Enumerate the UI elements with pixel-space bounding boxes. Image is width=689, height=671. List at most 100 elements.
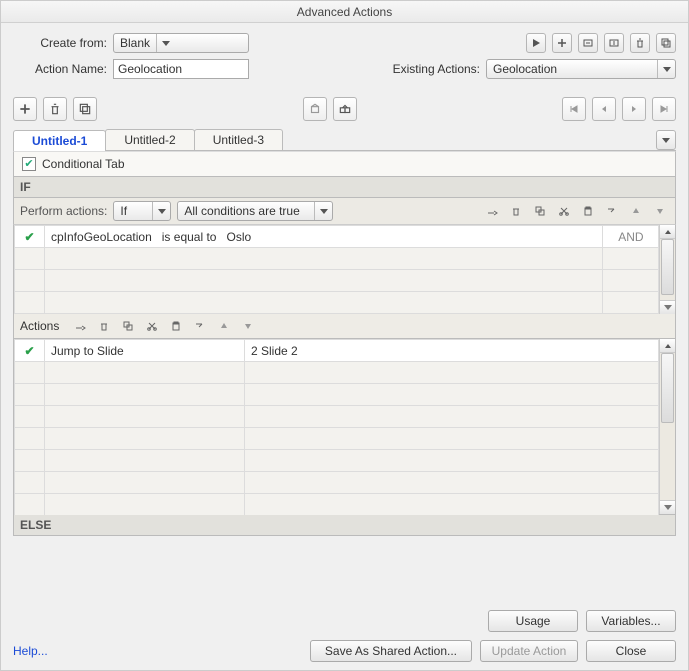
condition-row[interactable]: ✔ cpInfoGeoLocation is equal to Oslo AND (15, 226, 659, 248)
check-icon: ✔ (24, 344, 34, 358)
create-from-label: Create from: (13, 36, 113, 50)
help-link[interactable]: Help... (13, 644, 48, 658)
condition-op: is equal to (162, 230, 217, 244)
cut-row-icon[interactable] (555, 202, 573, 220)
action-name-input[interactable] (113, 59, 249, 79)
copy-row-icon[interactable] (119, 317, 137, 335)
condition-scope-select[interactable]: All conditions are true (177, 201, 333, 221)
actions-grid: ✔ Jump to Slide 2 Slide 2 (14, 339, 659, 516)
update-action-button[interactable]: Update Action (480, 640, 578, 662)
condition-logic: AND (603, 226, 659, 248)
copy-tab-icon[interactable] (73, 97, 97, 121)
nav-next-icon[interactable] (622, 97, 646, 121)
empty-row[interactable] (15, 406, 659, 428)
actions-bar: Actions (13, 314, 676, 339)
move-down-icon[interactable] (239, 317, 257, 335)
insert-row-icon[interactable] (603, 202, 621, 220)
move-up-icon[interactable] (215, 317, 233, 335)
empty-row[interactable] (15, 362, 659, 384)
variables-button[interactable]: Variables... (586, 610, 676, 632)
if-header: IF (13, 177, 676, 198)
tab[interactable]: Untitled-3 (194, 129, 283, 150)
conditional-tab-row: ✔ Conditional Tab (13, 151, 676, 177)
delete-icon[interactable] (630, 33, 650, 53)
actions-grid-wrap: ✔ Jump to Slide 2 Slide 2 (13, 339, 676, 515)
save-shared-button[interactable]: Save As Shared Action... (310, 640, 472, 662)
add-action-icon[interactable] (552, 33, 572, 53)
move-up-icon[interactable] (627, 202, 645, 220)
chevron-down-icon (152, 202, 170, 220)
empty-row[interactable] (15, 450, 659, 472)
duplicate-icon[interactable] (656, 33, 676, 53)
window-title: Advanced Actions (1, 1, 688, 23)
existing-actions-value: Geolocation (487, 62, 563, 76)
actions-scrollbar[interactable] (659, 339, 675, 514)
actions-label: Actions (20, 319, 59, 333)
empty-row[interactable] (15, 494, 659, 516)
cut-row-icon[interactable] (143, 317, 161, 335)
add-row-icon[interactable] (483, 202, 501, 220)
perform-mode-select[interactable]: If (113, 201, 171, 221)
add-tab-icon[interactable] (13, 97, 37, 121)
scroll-up-icon[interactable] (660, 225, 675, 239)
add-row-icon[interactable] (71, 317, 89, 335)
secondary-toolbar (13, 97, 676, 121)
delete-row-icon[interactable] (507, 202, 525, 220)
scroll-down-icon[interactable] (660, 300, 675, 314)
perform-actions-bar: Perform actions: If All conditions are t… (13, 198, 676, 225)
nav-prev-icon[interactable] (592, 97, 616, 121)
empty-row[interactable] (15, 384, 659, 406)
scroll-up-icon[interactable] (660, 339, 675, 353)
chevron-down-icon (314, 202, 332, 220)
existing-actions-row: Existing Actions: Geolocation (393, 59, 676, 79)
condition-value: Oslo (226, 230, 251, 244)
decision-tab-icon[interactable] (303, 97, 327, 121)
decision-else-tab-icon[interactable] (333, 97, 357, 121)
create-from-select[interactable]: Blank (113, 33, 249, 53)
nav-last-icon[interactable] (652, 97, 676, 121)
delete-row-icon[interactable] (95, 317, 113, 335)
conditions-grid: ✔ cpInfoGeoLocation is equal to Oslo AND (14, 225, 659, 314)
empty-row[interactable] (15, 292, 659, 314)
perform-mode-value: If (114, 204, 133, 218)
scroll-down-icon[interactable] (660, 500, 675, 514)
close-button[interactable]: Close (586, 640, 676, 662)
tab-menu-icon[interactable] (656, 130, 676, 150)
empty-row[interactable] (15, 270, 659, 292)
action-row[interactable]: ✔ Jump to Slide 2 Slide 2 (15, 340, 659, 362)
tab[interactable]: Untitled-1 (13, 130, 106, 151)
existing-actions-select[interactable]: Geolocation (486, 59, 676, 79)
delete-tab-icon[interactable] (43, 97, 67, 121)
tab[interactable]: Untitled-2 (105, 129, 194, 150)
tabs-row: Untitled-1 Untitled-2 Untitled-3 (13, 129, 676, 151)
paste-row-icon[interactable] (579, 202, 597, 220)
usage-button[interactable]: Usage (488, 610, 578, 632)
preview-icon[interactable] (526, 33, 546, 53)
top-row: Create from: Blank Action Name: (13, 33, 676, 79)
import-icon[interactable] (578, 33, 598, 53)
conditions-scrollbar[interactable] (659, 225, 675, 314)
insert-row-icon[interactable] (191, 317, 209, 335)
copy-row-icon[interactable] (531, 202, 549, 220)
advanced-actions-dialog: Advanced Actions Create from: Blank Acti… (0, 0, 689, 671)
else-header: ELSE (13, 515, 676, 536)
empty-row[interactable] (15, 248, 659, 270)
nav-first-icon[interactable] (562, 97, 586, 121)
action-name: Jump to Slide (45, 340, 245, 362)
footer: Usage Variables... Help... Save As Share… (13, 610, 676, 662)
condition-scope-value: All conditions are true (178, 204, 305, 218)
chevron-down-icon (156, 34, 174, 52)
perform-actions-label: Perform actions: (20, 204, 107, 218)
existing-actions-label: Existing Actions: (393, 62, 480, 76)
paste-row-icon[interactable] (167, 317, 185, 335)
top-toolbar (526, 33, 676, 53)
dialog-body: Create from: Blank Action Name: (1, 23, 688, 670)
export-icon[interactable] (604, 33, 624, 53)
conditional-tab-checkbox[interactable]: ✔ (22, 157, 36, 171)
empty-row[interactable] (15, 428, 659, 450)
action-name-row: Action Name: (13, 59, 249, 79)
action-name-label: Action Name: (13, 62, 113, 76)
left-form: Create from: Blank Action Name: (13, 33, 249, 79)
move-down-icon[interactable] (651, 202, 669, 220)
empty-row[interactable] (15, 472, 659, 494)
